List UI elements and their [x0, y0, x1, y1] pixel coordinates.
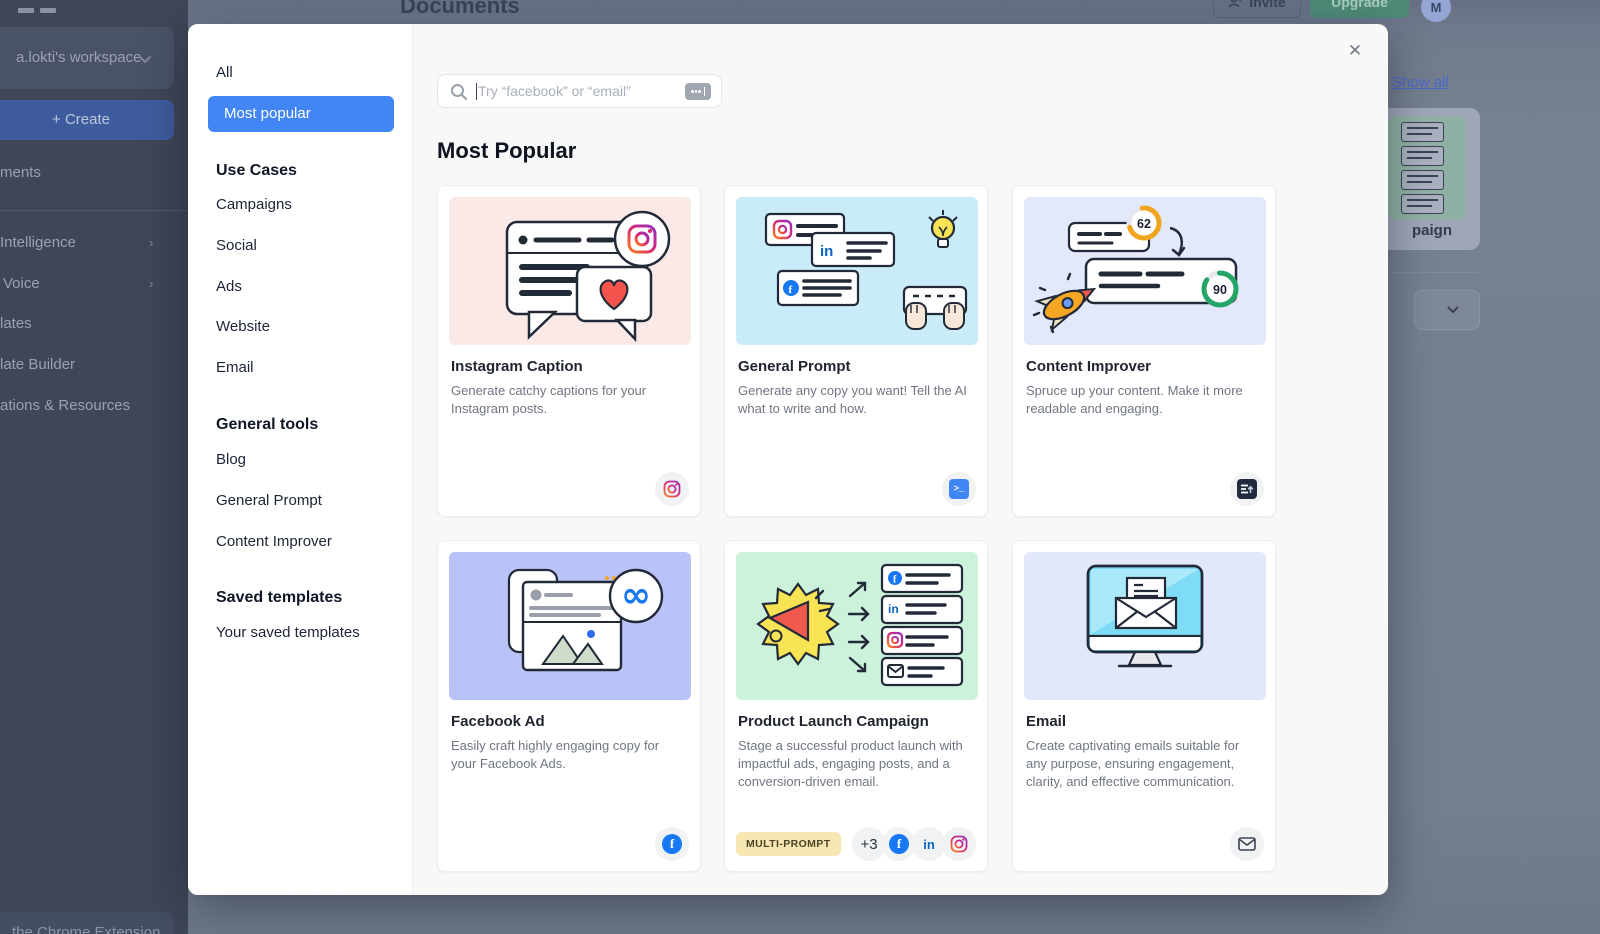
card-title: Facebook Ad	[451, 713, 545, 730]
sidebar-item-voice[interactable]: Voice›	[3, 274, 170, 294]
template-card-product-launch-campaign[interactable]: f in Product Launch Campaign Stage a suc…	[724, 540, 988, 872]
workspace-selector[interactable]: a.lokti's workspace	[0, 27, 174, 89]
sidebar-item-intelligence[interactable]: Intelligence›	[0, 233, 170, 253]
svg-text:∞: ∞	[621, 575, 651, 616]
search-icon	[450, 83, 468, 101]
template-card-general-prompt[interactable]: in f General Prompt Generate any copy yo…	[724, 185, 988, 517]
sidebar-item-documents[interactable]: ments	[0, 163, 41, 183]
multi-prompt-badge: MULTI-PROMPT	[736, 832, 841, 856]
template-card-instagram-caption[interactable]: Instagram Caption Generate catchy captio…	[437, 185, 701, 517]
upgrade-button[interactable]: Upgrade	[1310, 0, 1409, 18]
search-shortcut-badge[interactable]	[685, 83, 711, 100]
nav-item-general-prompt[interactable]: General Prompt	[216, 490, 322, 512]
chevron-down-icon	[1447, 306, 1459, 314]
sidebar-item-templates[interactable]: lates	[0, 314, 32, 334]
card-description: Spruce up your content. Make it more rea…	[1026, 382, 1258, 418]
card-title: General Prompt	[738, 358, 851, 375]
chrome-extension-label: the Chrome Extension	[12, 924, 160, 934]
more-count-badge: +3	[852, 827, 886, 861]
background-card-illustration	[1388, 116, 1466, 220]
templates-modal: All Most popular Use Cases Campaigns Soc…	[188, 24, 1388, 895]
chevron-right-icon: ›	[149, 274, 153, 294]
background-template-card[interactable]: paign	[1380, 108, 1480, 250]
nav-header-use-cases: Use Cases	[216, 160, 297, 182]
product-launch-illustration: f in	[736, 552, 978, 700]
nav-item-campaigns[interactable]: Campaigns	[216, 194, 292, 216]
svg-text:90: 90	[1213, 283, 1227, 297]
card-title: Email	[1026, 713, 1066, 730]
card-title: Product Launch Campaign	[738, 713, 929, 730]
terminal-icon: >_	[942, 472, 976, 506]
invite-label: Invite	[1249, 0, 1286, 10]
background-dropdown[interactable]	[1414, 290, 1480, 330]
card-title: Content Improver	[1026, 358, 1151, 375]
modal-nav: All Most popular Use Cases Campaigns Soc…	[188, 24, 413, 895]
divider	[1392, 272, 1478, 273]
linkedin-icon: in	[912, 827, 946, 861]
user-avatar[interactable]: M	[1421, 0, 1451, 22]
sidebar: a.lokti's workspace + Create ments Intel…	[0, 0, 188, 934]
mini-card	[1401, 146, 1444, 166]
template-card-facebook-ad[interactable]: ∞ Facebook Ad Easily craft highly engagi…	[437, 540, 701, 872]
close-button[interactable]: ✕	[1344, 40, 1366, 62]
nav-item-ads[interactable]: Ads	[216, 276, 242, 298]
card-description: Stage a successful product launch with i…	[738, 737, 970, 791]
app-logo	[18, 0, 78, 6]
svg-text:f: f	[789, 284, 793, 296]
nav-item-social[interactable]: Social	[216, 235, 257, 257]
workspace-name: a.lokti's workspace	[16, 49, 141, 66]
mini-card	[1401, 122, 1444, 142]
close-icon: ✕	[1348, 41, 1362, 60]
facebook-icon: f	[882, 827, 916, 861]
nav-item-blog[interactable]: Blog	[216, 449, 246, 471]
instagram-icon	[942, 827, 976, 861]
card-title: Instagram Caption	[451, 358, 583, 375]
svg-text:in: in	[888, 602, 899, 616]
sidebar-divider	[0, 210, 188, 211]
instagram-icon	[655, 472, 689, 506]
facebook-ad-illustration: ∞	[449, 552, 691, 700]
nav-item-most-popular[interactable]: Most popular	[208, 96, 394, 132]
chrome-extension-panel[interactable]: the Chrome Extension	[0, 912, 174, 934]
background-card-label: paign	[1412, 222, 1452, 239]
mini-card	[1401, 170, 1444, 190]
nav-item-website[interactable]: Website	[216, 316, 270, 338]
mini-card	[1401, 194, 1444, 214]
search-bar	[437, 74, 722, 108]
sidebar-item-integrations-resources[interactable]: ations & Resources	[0, 396, 130, 416]
chevron-down-icon	[138, 51, 152, 69]
template-card-content-improver[interactable]: 62 90 Content Improver Spru	[1012, 185, 1276, 517]
card-description: Generate catchy captions for your Instag…	[451, 382, 683, 418]
show-all-link[interactable]: Show all	[1392, 74, 1449, 91]
template-card-email[interactable]: Email Create captivating emails suitable…	[1012, 540, 1276, 872]
page-title: Documents	[400, 0, 520, 19]
nav-item-your-saved-templates[interactable]: Your saved templates	[216, 622, 360, 644]
instagram-caption-illustration	[449, 197, 691, 345]
card-description: Easily craft highly engaging copy for yo…	[451, 737, 683, 773]
person-add-icon	[1228, 0, 1243, 11]
invite-button[interactable]: Invite	[1213, 0, 1301, 18]
card-description: Create captivating emails suitable for a…	[1026, 737, 1258, 791]
app-root: { "page": { "title": "Documents", "show_…	[0, 0, 1600, 934]
content-improver-illustration: 62 90	[1024, 197, 1266, 345]
svg-text:in: in	[820, 243, 833, 260]
nav-header-saved-templates: Saved templates	[216, 587, 342, 609]
text-cursor	[476, 83, 477, 100]
sidebar-item-template-builder[interactable]: late Builder	[0, 355, 75, 375]
email-illustration	[1024, 552, 1266, 700]
facebook-icon: f	[655, 827, 689, 861]
nav-item-all[interactable]: All	[216, 62, 233, 84]
create-button[interactable]: + Create	[0, 100, 174, 140]
card-description: Generate any copy you want! Tell the AI …	[738, 382, 970, 418]
chevron-right-icon: ›	[149, 233, 153, 253]
svg-text:62: 62	[1137, 217, 1151, 231]
nav-header-general-tools: General tools	[216, 414, 318, 436]
content-improver-icon	[1230, 472, 1264, 506]
general-prompt-illustration: in f	[736, 197, 978, 345]
envelope-icon	[1230, 827, 1264, 861]
section-heading: Most Popular	[437, 138, 576, 164]
nav-item-email[interactable]: Email	[216, 357, 254, 379]
nav-item-content-improver[interactable]: Content Improver	[216, 531, 332, 553]
search-input[interactable]	[478, 76, 668, 106]
